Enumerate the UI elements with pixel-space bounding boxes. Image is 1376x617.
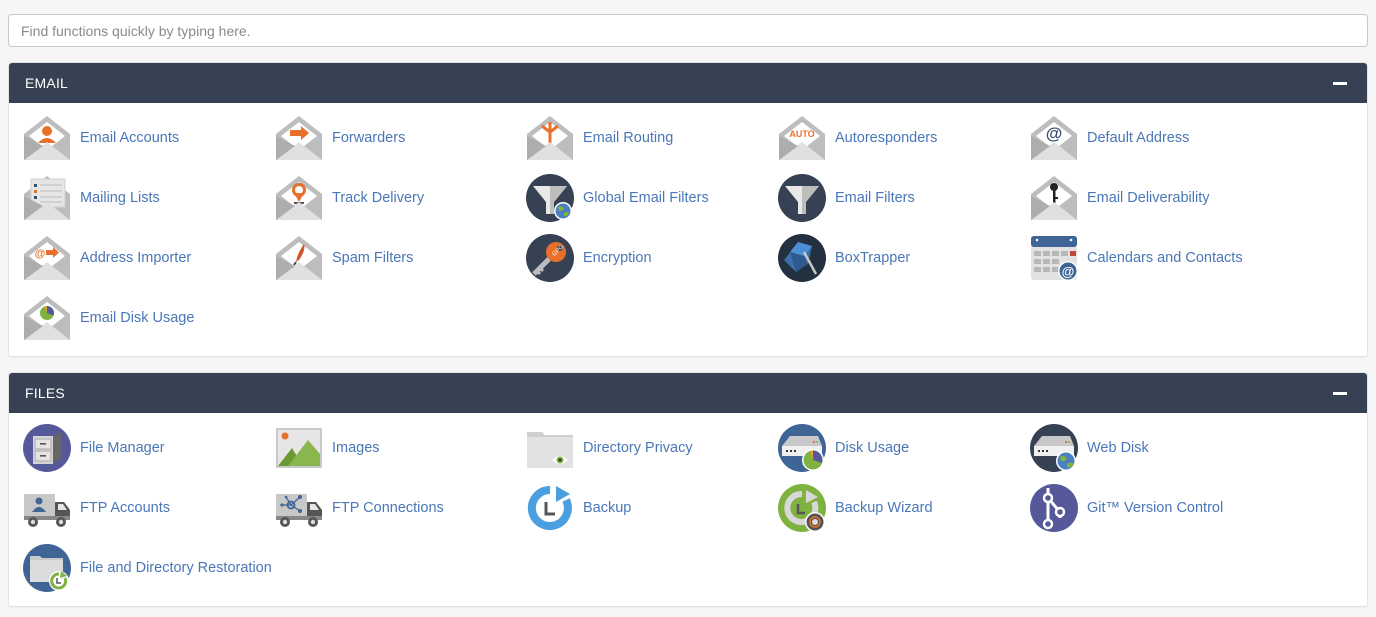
item-label: Spam Filters (332, 250, 414, 266)
item-label: Encryption (583, 250, 652, 266)
item-label: Calendars and Contacts (1087, 250, 1243, 266)
item-label: Images (332, 440, 380, 456)
backup-link[interactable]: Backup (526, 483, 776, 533)
search-input[interactable] (8, 14, 1368, 47)
email-disk-usage-icon (23, 294, 71, 342)
email-filters-icon (778, 174, 826, 222)
disk-usage-link[interactable]: Disk Usage (778, 423, 1028, 473)
images-icon (275, 424, 323, 472)
global-email-filters-link[interactable]: Global Email Filters (526, 173, 776, 223)
backup-wizard-link[interactable]: Backup Wizard (778, 483, 1028, 533)
git-version-control-icon (1030, 484, 1078, 532)
address-importer-link[interactable]: @ Address Importer (23, 233, 273, 283)
track-delivery-link[interactable]: Track Delivery (275, 173, 525, 223)
files-section-header[interactable]: FILES (9, 373, 1367, 413)
default-address-link[interactable]: @ Default Address (1030, 113, 1280, 163)
calendars-contacts-link[interactable]: @ Calendars and Contacts (1030, 233, 1280, 283)
email-accounts-link[interactable]: Email Accounts (23, 113, 273, 163)
item-label: Address Importer (80, 250, 192, 266)
files-section: FILES File Manager Images Directory Priv… (8, 372, 1368, 607)
encryption-link[interactable]: GPG Encryption (526, 233, 776, 283)
email-routing-link[interactable]: Email Routing (526, 113, 776, 163)
file-directory-restoration-icon (23, 544, 71, 592)
spam-filters-link[interactable]: Spam Filters (275, 233, 525, 283)
boxtrapper-link[interactable]: BoxTrapper (778, 233, 1028, 283)
item-label: BoxTrapper (835, 250, 911, 266)
item-label: Backup Wizard (835, 500, 933, 516)
encryption-icon: GPG (526, 234, 574, 282)
item-label: Autoresponders (835, 130, 938, 146)
item-label: Git™ Version Control (1087, 500, 1224, 516)
boxtrapper-icon (778, 234, 826, 282)
autoresponders-icon: AUTO (778, 114, 826, 162)
item-label: Backup (583, 500, 632, 516)
item-label: Email Filters (835, 190, 915, 206)
spam-filters-icon (275, 234, 323, 282)
directory-privacy-link[interactable]: Directory Privacy (526, 423, 776, 473)
email-accounts-icon (23, 114, 71, 162)
email-section-header[interactable]: EMAIL (9, 63, 1367, 103)
svg-text:@: @ (35, 248, 46, 260)
svg-text:@: @ (1062, 264, 1075, 279)
item-label: Email Accounts (80, 130, 180, 146)
section-title: EMAIL (25, 75, 69, 91)
web-disk-icon (1030, 424, 1078, 472)
minus-icon[interactable] (1333, 81, 1347, 85)
backup-wizard-icon (778, 484, 826, 532)
backup-icon (526, 484, 574, 532)
global-email-filters-icon (526, 174, 574, 222)
email-deliverability-icon (1030, 174, 1078, 222)
item-label: FTP Accounts (80, 500, 170, 516)
item-label: Forwarders (332, 130, 406, 146)
address-importer-icon: @ (23, 234, 71, 282)
item-label: Email Deliverability (1087, 190, 1210, 206)
email-deliverability-link[interactable]: Email Deliverability (1030, 173, 1280, 223)
email-section: EMAIL Email Accounts Forwarders Email Ro… (8, 62, 1368, 357)
svg-text:@: @ (1046, 124, 1063, 143)
item-label: File and Directory Restoration (80, 560, 272, 576)
svg-text:AUTO: AUTO (789, 129, 814, 139)
track-delivery-icon (275, 174, 323, 222)
file-manager-icon (23, 424, 71, 472)
ftp-connections-link[interactable]: FTP Connections (275, 483, 525, 533)
calendars-contacts-icon: @ (1030, 234, 1078, 282)
item-label: Email Disk Usage (80, 310, 195, 326)
email-disk-usage-link[interactable]: Email Disk Usage (23, 293, 273, 343)
email-filters-link[interactable]: Email Filters (778, 173, 1028, 223)
item-label: Directory Privacy (583, 440, 693, 456)
ftp-connections-icon (275, 484, 323, 532)
file-manager-link[interactable]: File Manager (23, 423, 273, 473)
directory-privacy-icon (526, 424, 574, 472)
item-label: Global Email Filters (583, 190, 709, 206)
ftp-accounts-icon (23, 484, 71, 532)
file-directory-restoration-link[interactable]: File and Directory Restoration (23, 543, 273, 593)
default-address-icon: @ (1030, 114, 1078, 162)
mailing-lists-link[interactable]: Mailing Lists (23, 173, 273, 223)
git-version-control-link[interactable]: Git™ Version Control (1030, 483, 1280, 533)
item-label: Default Address (1087, 130, 1190, 146)
email-routing-icon (526, 114, 574, 162)
item-label: Mailing Lists (80, 190, 160, 206)
disk-usage-icon (778, 424, 826, 472)
item-label: Email Routing (583, 130, 674, 146)
images-link[interactable]: Images (275, 423, 525, 473)
item-label: Web Disk (1087, 440, 1149, 456)
item-label: File Manager (80, 440, 165, 456)
forwarders-link[interactable]: Forwarders (275, 113, 525, 163)
forwarders-icon (275, 114, 323, 162)
mailing-lists-icon (23, 174, 71, 222)
ftp-accounts-link[interactable]: FTP Accounts (23, 483, 273, 533)
autoresponders-link[interactable]: AUTO Autoresponders (778, 113, 1028, 163)
item-label: Track Delivery (332, 190, 425, 206)
item-label: FTP Connections (332, 500, 444, 516)
section-title: FILES (25, 385, 65, 401)
minus-icon[interactable] (1333, 391, 1347, 395)
item-label: Disk Usage (835, 440, 910, 456)
web-disk-link[interactable]: Web Disk (1030, 423, 1280, 473)
